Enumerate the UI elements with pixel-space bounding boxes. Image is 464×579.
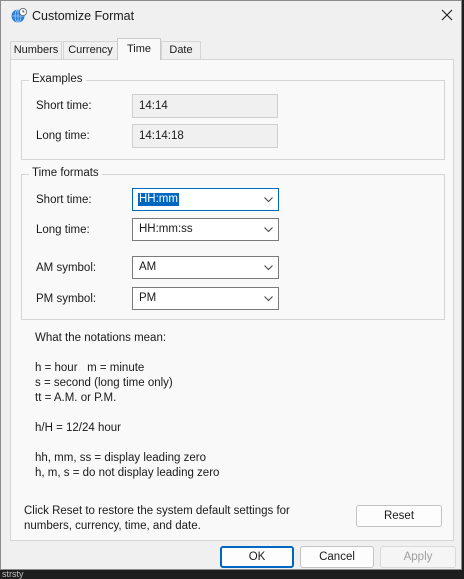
- pm-symbol-selected-text: PM: [139, 292, 157, 304]
- pm-symbol-label: PM symbol:: [36, 293, 97, 305]
- reset-description-line1: Click Reset to restore the system defaul…: [24, 505, 290, 517]
- reset-description-line2: numbers, currency, time, and date.: [24, 520, 201, 532]
- long-time-combobox[interactable]: HH:mm:ss: [132, 218, 279, 241]
- ok-button[interactable]: OK: [220, 546, 294, 568]
- example-short-time-value: 14:14: [132, 94, 278, 118]
- tab-date[interactable]: Date: [161, 41, 201, 59]
- am-symbol-selected-text: AM: [139, 261, 157, 273]
- am-symbol-label: AM symbol:: [36, 262, 97, 274]
- notation-line-12-24: h/H = 12/24 hour: [35, 422, 121, 434]
- notation-line-second: s = second (long time only): [35, 377, 173, 389]
- time-tab-panel: Examples Short time: 14:14 Long time: 14…: [10, 59, 454, 541]
- chevron-down-icon: [264, 227, 273, 233]
- apply-button[interactable]: Apply: [380, 546, 456, 568]
- long-time-label: Long time:: [36, 224, 90, 236]
- example-long-time-value: 14:14:18: [132, 124, 278, 148]
- close-button[interactable]: [431, 1, 463, 31]
- tab-time[interactable]: Time: [117, 38, 161, 60]
- tab-numbers[interactable]: Numbers: [10, 41, 62, 59]
- example-short-time-label: Short time:: [36, 100, 92, 112]
- globe-clock-icon: [11, 8, 27, 24]
- short-time-combobox[interactable]: HH:mm: [132, 188, 279, 211]
- time-formats-group: Time formats Short time: HH:mm Long time…: [21, 167, 445, 320]
- notations-heading: What the notations mean:: [35, 332, 167, 344]
- notation-line-no-leading-zero: h, m, s = do not display leading zero: [35, 467, 220, 479]
- reset-button[interactable]: Reset: [356, 505, 442, 527]
- background-window-strip: strsty: [0, 570, 464, 579]
- background-text: strsty: [2, 569, 24, 579]
- examples-group-title: Examples: [29, 73, 86, 85]
- am-symbol-combobox[interactable]: AM: [132, 256, 279, 279]
- pm-symbol-combobox[interactable]: PM: [132, 287, 279, 310]
- chevron-down-icon: [264, 265, 273, 271]
- notation-line-hour-minute: h = hour m = minute: [35, 362, 145, 374]
- chevron-down-icon: [264, 197, 273, 203]
- chevron-down-icon: [264, 296, 273, 302]
- cancel-button[interactable]: Cancel: [300, 546, 374, 568]
- close-icon: [441, 9, 453, 21]
- tab-currency[interactable]: Currency: [63, 41, 118, 59]
- time-formats-group-title: Time formats: [29, 167, 102, 179]
- long-time-selected-text: HH:mm:ss: [139, 223, 193, 235]
- short-time-label: Short time:: [36, 194, 92, 206]
- short-time-selected-text: HH:mm: [138, 193, 179, 206]
- window-title: Customize Format: [32, 9, 135, 23]
- customize-format-dialog: Customize Format Numbers Currency Time D…: [0, 0, 462, 570]
- title-bar: Customize Format: [1, 1, 463, 31]
- example-long-time-label: Long time:: [36, 130, 90, 142]
- notation-line-ampm: tt = A.M. or P.M.: [35, 392, 117, 404]
- examples-group: Examples Short time: 14:14 Long time: 14…: [21, 73, 445, 160]
- notation-line-leading-zero: hh, mm, ss = display leading zero: [35, 452, 206, 464]
